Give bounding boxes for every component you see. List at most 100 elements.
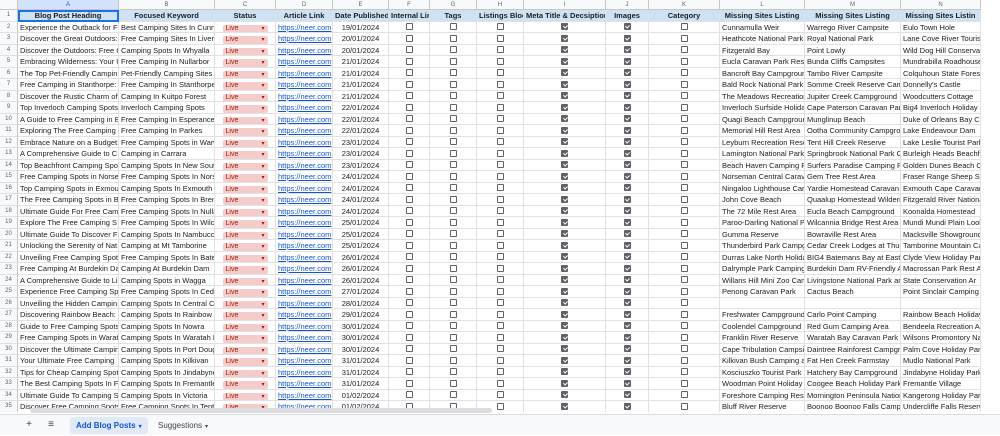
cell-status[interactable]: Live ▾ (215, 309, 276, 321)
cell-focused-keyword[interactable]: Camping Spots In Central Co (119, 297, 215, 309)
checkbox-meta[interactable] (561, 92, 568, 99)
cell-images[interactable] (606, 44, 649, 56)
cell-missing-site-3[interactable]: Eulo Town Hole (901, 21, 981, 33)
cell-status[interactable]: Live ▾ (215, 44, 276, 56)
column-header-b[interactable]: B (119, 0, 215, 10)
cell-category[interactable] (649, 401, 720, 412)
checkbox-category[interactable] (680, 57, 688, 65)
cell-images[interactable] (606, 159, 649, 171)
cell-images[interactable] (606, 67, 649, 79)
row-number[interactable]: 21 (0, 240, 18, 252)
cell-blog-post-heading[interactable]: Discover the Ultimate Campin (18, 343, 119, 355)
cell-missing-site-1[interactable]: Ningaloo Lighthouse Carava (720, 182, 805, 194)
cell-meta[interactable] (524, 389, 606, 401)
cell-status[interactable]: Live ▾ (215, 332, 276, 344)
checkbox-internal[interactable] (405, 161, 413, 168)
checkbox-tags[interactable] (449, 287, 457, 295)
cell-meta[interactable] (524, 286, 606, 298)
chevron-down-icon[interactable]: ▾ (139, 424, 142, 430)
checkbox-meta[interactable] (561, 69, 568, 76)
checkbox-listings[interactable] (496, 333, 504, 341)
cell-meta[interactable] (524, 79, 606, 91)
header-cell[interactable]: Meta Title & Decsiption (524, 10, 606, 22)
cell-focused-keyword[interactable]: Camping in Carrara (119, 148, 215, 160)
cell-article-link[interactable]: https://neer.com (276, 194, 333, 206)
checkbox-meta[interactable] (561, 172, 568, 180)
cell-images[interactable] (606, 113, 649, 125)
cell-tags[interactable] (430, 366, 477, 378)
cell-article-link[interactable]: https://neer.com (276, 378, 333, 390)
row-number[interactable]: 8 (0, 90, 18, 102)
cell-images[interactable] (606, 194, 649, 206)
column-header-n[interactable]: N (901, 0, 981, 10)
cell-internal[interactable] (389, 274, 430, 286)
row-number[interactable]: 9 (0, 102, 18, 114)
chevron-down-icon[interactable]: ▾ (205, 424, 208, 430)
cell-internal[interactable] (389, 44, 430, 56)
cell-date-published[interactable]: 28/01/2024 (333, 297, 389, 309)
checkbox-category[interactable] (680, 264, 688, 272)
cell-article-link[interactable]: https://neer.com (276, 33, 333, 45)
checkbox-meta[interactable] (561, 126, 568, 134)
status-dropdown-chip[interactable]: Live ▾ (222, 300, 268, 309)
cell-tags[interactable] (430, 102, 477, 114)
cell-focused-keyword[interactable]: Free Camping Spots in Warw (119, 136, 215, 148)
cell-meta[interactable] (524, 90, 606, 102)
cell-date-published[interactable]: 22/01/2024 (333, 113, 389, 125)
cell-category[interactable] (649, 286, 720, 298)
cell-category[interactable] (649, 159, 720, 171)
checkbox-category[interactable] (680, 46, 688, 53)
article-link[interactable]: https://neer.com (278, 218, 331, 227)
status-dropdown-chip[interactable]: Live ▾ (222, 254, 268, 263)
article-link[interactable]: https://neer.com (278, 34, 331, 43)
cell-missing-site-2[interactable]: Point Lowly (805, 44, 901, 56)
cell-tags[interactable] (430, 182, 477, 194)
cell-blog-post-heading[interactable]: Ultimate Guide For Free Cam (18, 205, 119, 217)
cell-date-published[interactable]: 27/01/2024 (333, 286, 389, 298)
cell-internal[interactable] (389, 343, 430, 355)
cell-listings[interactable] (477, 182, 524, 194)
cell-focused-keyword[interactable]: Camping At Burdekin Dam (119, 263, 215, 275)
checkbox-meta[interactable] (561, 264, 568, 272)
checkbox-images[interactable] (623, 103, 631, 111)
checkbox-listings[interactable] (496, 115, 504, 122)
cell-status[interactable]: Live ▾ (215, 205, 276, 217)
cell-missing-site-2[interactable]: Hatchery Bay Campground (805, 366, 901, 378)
cell-blog-post-heading[interactable]: The Top Pet-Friendly Campin (18, 67, 119, 79)
cell-images[interactable] (606, 366, 649, 378)
cell-tags[interactable] (430, 217, 477, 229)
cell-images[interactable] (606, 21, 649, 33)
checkbox-tags[interactable] (449, 172, 457, 180)
cell-tags[interactable] (430, 33, 477, 45)
column-header-m[interactable]: M (805, 0, 901, 10)
cell-images[interactable] (606, 251, 649, 263)
checkbox-meta[interactable] (561, 34, 568, 42)
cell-missing-site-1[interactable]: Bluff River Reserve (720, 401, 805, 412)
cell-missing-site-3[interactable]: Undercliffe Falls Reserv (901, 401, 981, 412)
checkbox-listings[interactable] (496, 34, 504, 42)
cell-meta[interactable] (524, 159, 606, 171)
checkbox-category[interactable] (680, 253, 688, 260)
cell-blog-post-heading[interactable]: Discover the Outdoors: Free C (18, 44, 119, 56)
cell-missing-site-1[interactable]: Bancroft Bay Campground (720, 67, 805, 79)
cell-missing-site-3[interactable] (901, 297, 981, 309)
cell-status[interactable]: Live ▾ (215, 148, 276, 160)
cell-missing-site-2[interactable]: Cedar Creek Lodges at Thur (805, 240, 901, 252)
checkbox-meta[interactable] (561, 207, 568, 214)
checkbox-meta[interactable] (561, 218, 568, 226)
status-dropdown-chip[interactable]: Live ▾ (222, 243, 268, 251)
checkbox-images[interactable] (623, 80, 631, 88)
cell-missing-site-3[interactable]: Mudlo National Park (901, 355, 981, 367)
cell-missing-site-3[interactable]: Tamborine Mountain Ca (901, 240, 981, 252)
checkbox-category[interactable] (680, 333, 688, 341)
all-sheets-menu-icon[interactable]: ≡ (44, 418, 58, 432)
cell-images[interactable] (606, 125, 649, 137)
cell-missing-site-3[interactable]: Clyde View Holiday Par (901, 251, 981, 263)
checkbox-internal[interactable] (405, 241, 413, 249)
status-dropdown-chip[interactable]: Live ▾ (222, 277, 268, 286)
status-dropdown-chip[interactable]: Live ▾ (222, 197, 268, 205)
checkbox-internal[interactable] (405, 195, 413, 203)
cell-missing-site-3[interactable]: Macksville Showground (901, 228, 981, 240)
cell-missing-site-2[interactable]: Waratah Bay Caravan Park (805, 332, 901, 344)
cell-tags[interactable] (430, 297, 477, 309)
